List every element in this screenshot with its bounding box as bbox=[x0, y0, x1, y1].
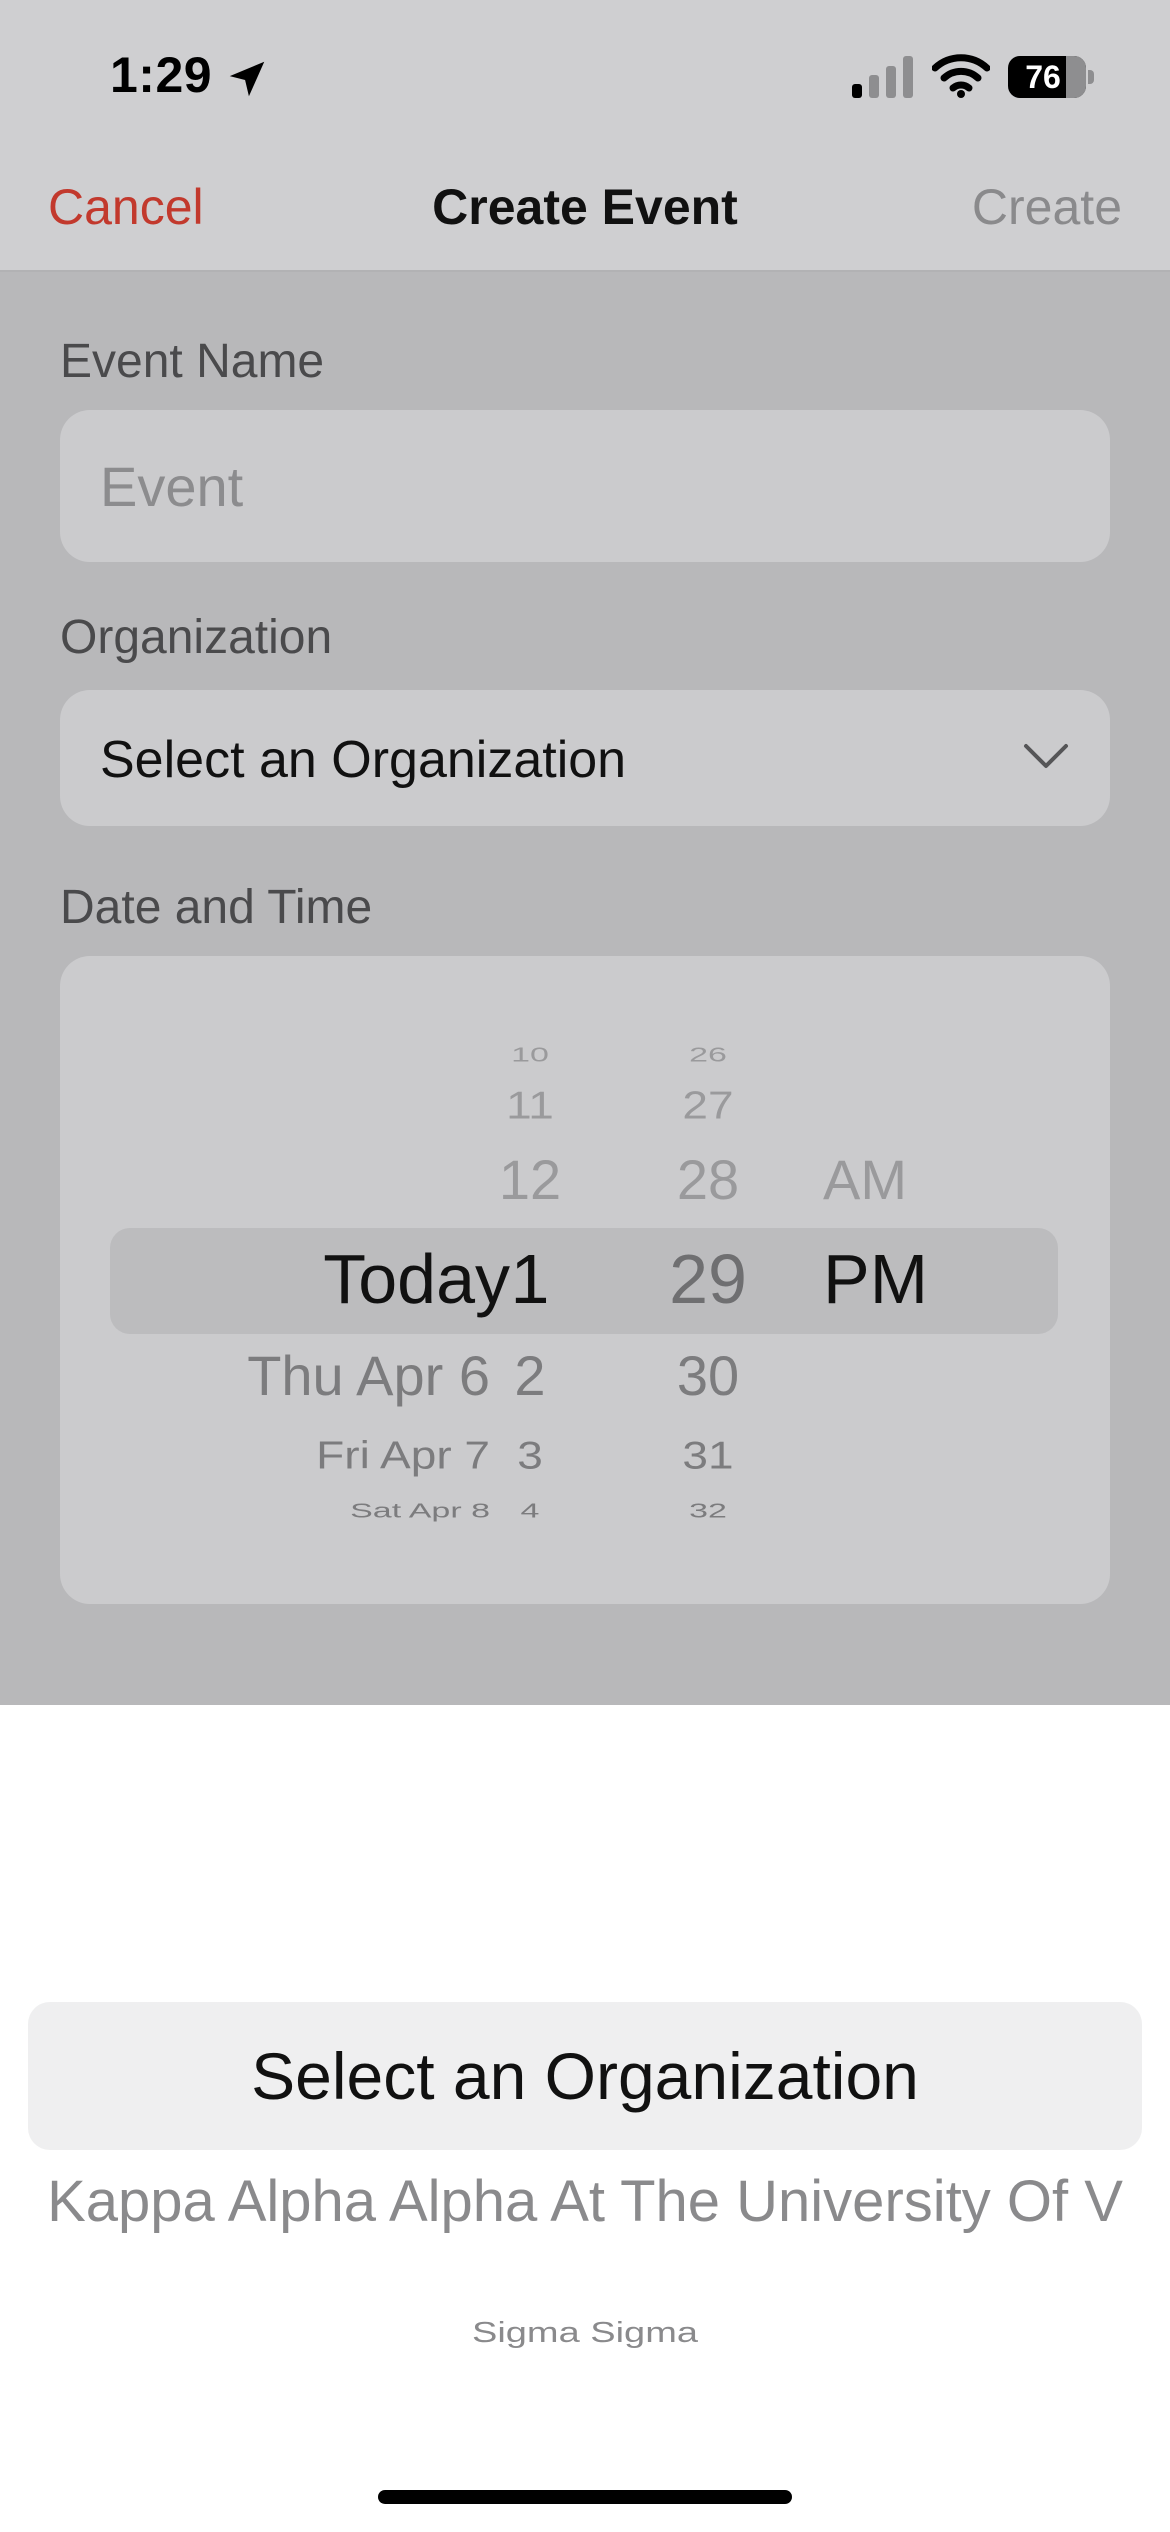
location-arrow-icon bbox=[229, 61, 265, 97]
chevron-down-icon bbox=[1024, 744, 1068, 768]
organization-option[interactable]: Kappa Alpha Alpha At The University Of V bbox=[0, 2168, 1170, 2236]
hour-wheel-item[interactable]: 12 bbox=[480, 1152, 580, 1208]
minute-wheel-item[interactable]: 32 bbox=[648, 1501, 768, 1521]
minute-wheel-item[interactable]: 27 bbox=[648, 1085, 768, 1124]
minute-wheel-item[interactable]: 31 bbox=[648, 1435, 768, 1474]
day-wheel-item[interactable]: Fri Apr 7 bbox=[316, 1435, 490, 1474]
date-time-picker[interactable]: Today Thu Apr 6 Fri Apr 7 Sat Apr 8 10 1… bbox=[60, 956, 1110, 1604]
day-wheel-item[interactable]: Thu Apr 6 bbox=[247, 1348, 490, 1404]
day-wheel-item[interactable]: Sat Apr 8 bbox=[350, 1501, 490, 1521]
cellular-signal-icon bbox=[852, 56, 913, 98]
date-time-label: Date and Time bbox=[60, 881, 373, 934]
create-button[interactable]: Create bbox=[972, 178, 1122, 236]
minute-wheel-item[interactable]: 26 bbox=[648, 1045, 768, 1065]
hour-wheel-item[interactable]: 11 bbox=[480, 1085, 580, 1124]
minute-wheel-item[interactable]: 29 bbox=[648, 1244, 768, 1314]
organization-select[interactable]: Select an Organization bbox=[60, 690, 1110, 826]
event-name-placeholder: Event bbox=[100, 455, 244, 518]
event-name-label: Event Name bbox=[60, 335, 325, 388]
hour-wheel-item[interactable]: 3 bbox=[480, 1435, 580, 1474]
organization-picker-title: Select an Organization bbox=[251, 2039, 919, 2113]
battery-level: 76 bbox=[1025, 59, 1061, 95]
minute-wheel-item[interactable]: 30 bbox=[648, 1348, 768, 1404]
hour-wheel-item[interactable]: 4 bbox=[480, 1501, 580, 1521]
hour-wheel-item[interactable]: 10 bbox=[480, 1045, 580, 1065]
battery-icon: 76 bbox=[1008, 56, 1094, 98]
organization-label: Organization bbox=[60, 611, 333, 664]
period-wheel-item[interactable]: PM bbox=[823, 1244, 928, 1314]
organization-option[interactable]: Sigma Sigma bbox=[0, 2317, 1170, 2349]
navigation-bar: 1:29 76 Create Event Cancel Create bbox=[0, 0, 1170, 272]
minute-wheel-item[interactable]: 28 bbox=[648, 1152, 768, 1208]
event-name-field[interactable]: Event bbox=[60, 410, 1110, 562]
status-time: 1:29 bbox=[110, 47, 213, 103]
home-indicator bbox=[378, 2490, 792, 2504]
hour-wheel-item[interactable]: 1 bbox=[480, 1244, 580, 1314]
organization-picker-header: Select an Organization bbox=[28, 2002, 1142, 2150]
cancel-button[interactable]: Cancel bbox=[48, 178, 204, 236]
hour-wheel-item[interactable]: 2 bbox=[480, 1348, 580, 1404]
wifi-icon bbox=[932, 54, 990, 98]
create-event-form: 1:29 76 Create Event Cancel Create Event… bbox=[0, 0, 1170, 1705]
organization-select-value: Select an Organization bbox=[100, 731, 627, 789]
period-wheel-item[interactable]: AM bbox=[823, 1152, 907, 1208]
